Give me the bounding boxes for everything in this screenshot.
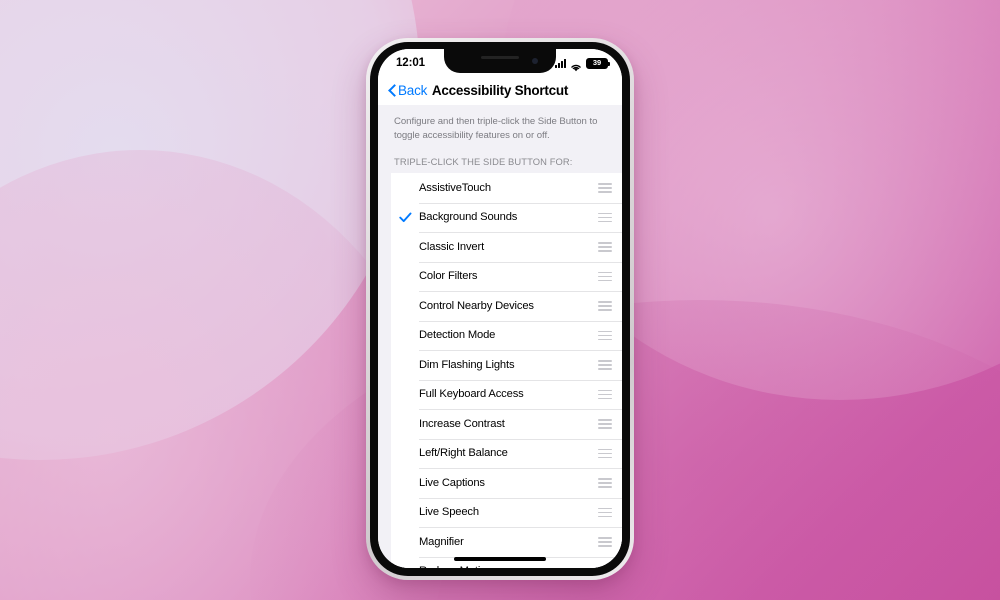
reorder-handle-icon[interactable] — [588, 183, 622, 193]
list-item[interactable]: Classic Invert — [391, 232, 622, 262]
list-item-label: Live Captions — [419, 476, 485, 489]
list-item-label: Reduce Motion — [419, 565, 588, 568]
intro-description: Configure and then triple-click the Side… — [394, 116, 598, 141]
list-item-label: Magnifier — [419, 535, 464, 548]
list-item-label: Detection Mode — [419, 329, 496, 342]
list-item[interactable]: Full Keyboard Access — [391, 379, 622, 410]
settings-content: Configure and then triple-click the Side… — [378, 105, 622, 568]
reorder-handle-icon[interactable] — [588, 566, 622, 568]
earpiece-speaker-icon — [481, 56, 519, 59]
reorder-handle-icon[interactable] — [588, 360, 622, 370]
battery-level-label: 39 — [592, 58, 602, 68]
list-item[interactable]: Live Captions — [391, 468, 622, 498]
front-camera-icon — [532, 58, 538, 64]
reorder-handle-icon[interactable] — [588, 448, 622, 459]
reorder-handle-icon[interactable] — [588, 537, 622, 547]
list-item-label: Classic Invert — [419, 240, 485, 253]
reorder-handle-icon[interactable] — [588, 419, 622, 429]
list-item-label: Live Speech — [419, 506, 479, 519]
wifi-icon — [570, 59, 582, 71]
list-item-label: Control Nearby Devices — [419, 299, 534, 312]
status-bar-time: 12:01 — [396, 57, 425, 69]
device-bezel: 12:01 39 Back Accessibility Shortcut Con… — [370, 42, 630, 576]
list-item[interactable]: Detection Mode — [391, 320, 622, 351]
shortcut-options-list: AssistiveTouch Background Sounds Classic I… — [391, 173, 622, 568]
reorder-handle-icon[interactable] — [588, 212, 622, 223]
reorder-handle-icon[interactable] — [588, 242, 622, 252]
signal-bars-icon — [555, 58, 566, 68]
device-screen: 12:01 39 Back Accessibility Shortcut Con… — [378, 49, 622, 568]
reorder-handle-icon[interactable] — [588, 389, 622, 400]
list-item[interactable]: Live Speech — [391, 497, 622, 528]
notch — [444, 49, 556, 73]
list-item-label: AssistiveTouch — [419, 181, 491, 194]
list-item-label: Full Keyboard Access — [419, 388, 524, 401]
reorder-handle-icon[interactable] — [588, 330, 622, 341]
list-item-label: Color Filters — [419, 270, 478, 283]
checkmark-icon — [391, 212, 419, 223]
chevron-left-icon — [388, 84, 396, 97]
list-item[interactable]: Left/Right Balance — [391, 438, 622, 469]
list-item[interactable]: Dim Flashing Lights — [391, 350, 622, 380]
list-item[interactable]: Control Nearby Devices — [391, 291, 622, 321]
section-header: TRIPLE-CLICK THE SIDE BUTTON FOR: — [394, 156, 573, 168]
back-button-label: Back — [398, 82, 428, 98]
list-item[interactable]: AssistiveTouch — [391, 173, 622, 203]
home-indicator[interactable] — [454, 557, 546, 561]
list-item-label: Dim Flashing Lights — [419, 358, 515, 371]
list-item[interactable]: Color Filters — [391, 261, 622, 292]
reorder-handle-icon[interactable] — [588, 507, 622, 518]
list-item[interactable]: Background Sounds — [391, 202, 622, 233]
list-item[interactable]: Increase Contrast — [391, 409, 622, 439]
reorder-handle-icon[interactable] — [588, 301, 622, 311]
list-item-label: Increase Contrast — [419, 417, 505, 430]
battery-icon: 39 — [586, 57, 610, 69]
wallpaper-background: 12:01 39 Back Accessibility Shortcut Con… — [0, 0, 1000, 600]
status-bar-indicators: 39 — [555, 57, 610, 71]
iphone-device-frame: 12:01 39 Back Accessibility Shortcut Con… — [366, 38, 634, 580]
list-item-label: Background Sounds — [419, 211, 518, 224]
reorder-handle-icon[interactable] — [588, 478, 622, 488]
reorder-handle-icon[interactable] — [588, 271, 622, 282]
list-item-label: Left/Right Balance — [419, 447, 508, 460]
back-button[interactable]: Back — [388, 83, 427, 98]
list-item[interactable]: Magnifier — [391, 527, 622, 557]
navigation-bar: Back Accessibility Shortcut — [378, 75, 622, 105]
